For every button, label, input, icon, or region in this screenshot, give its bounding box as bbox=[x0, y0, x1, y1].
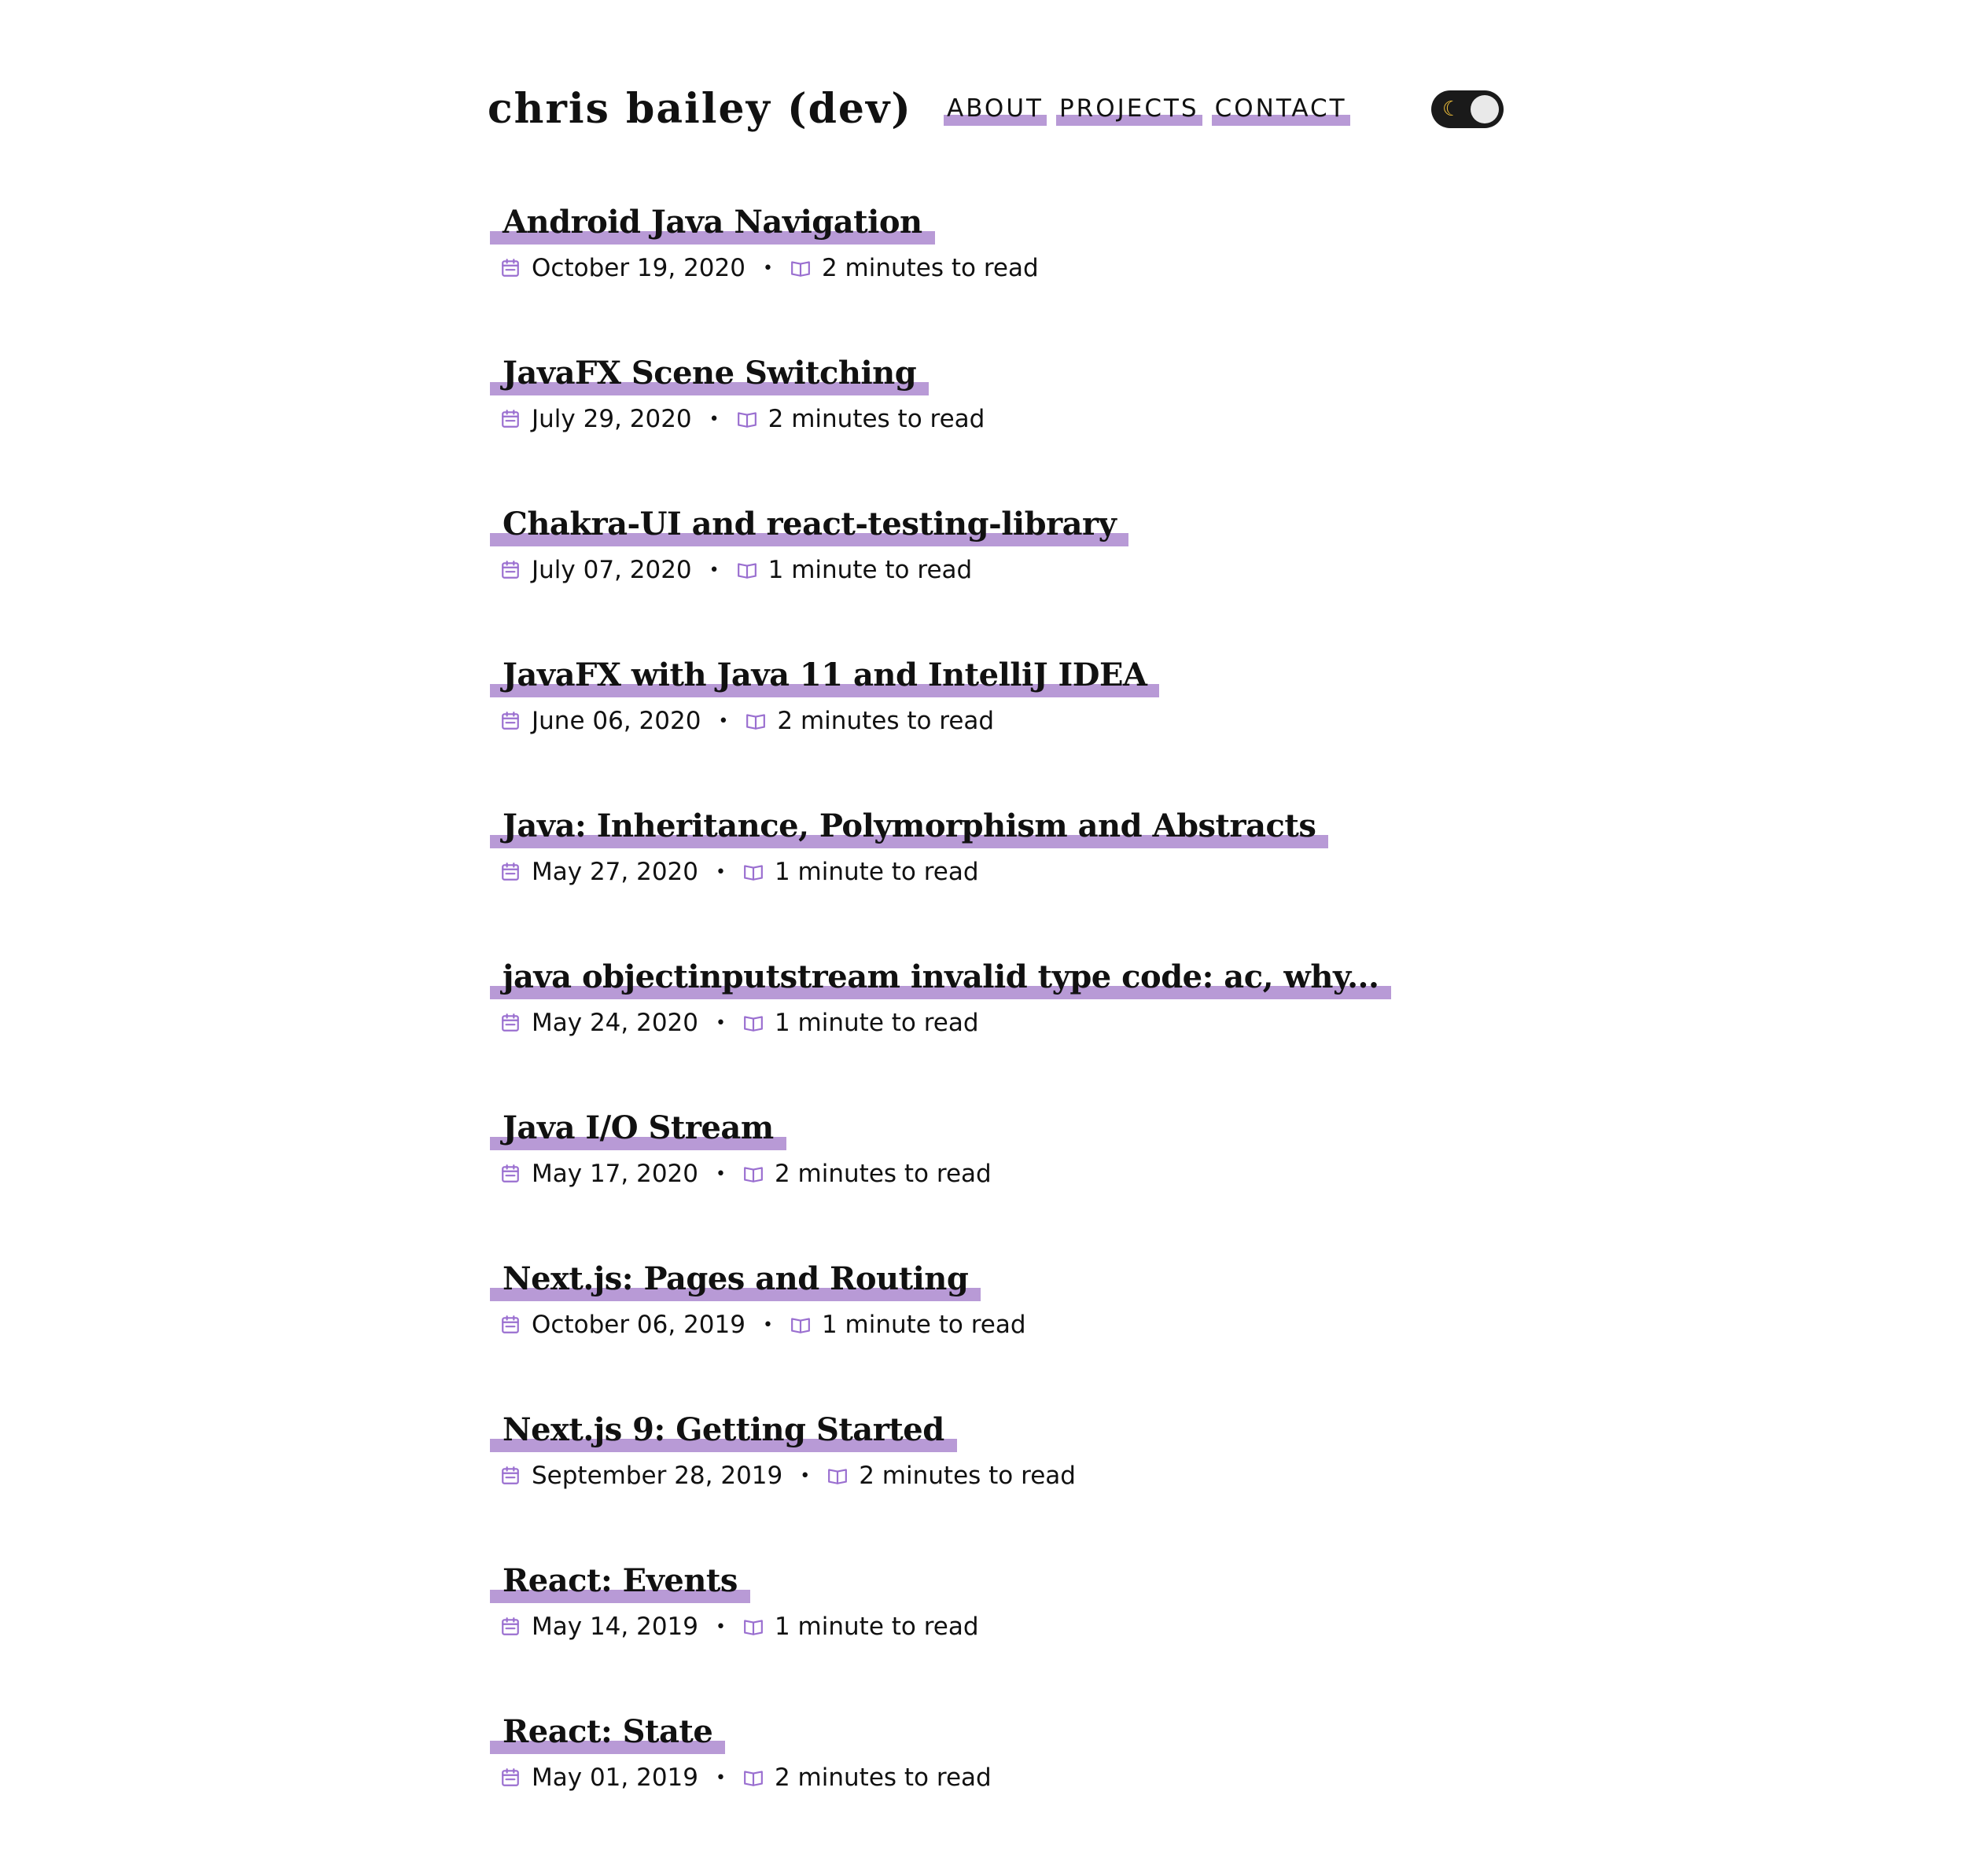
post-date: October 06, 2019 bbox=[532, 1311, 746, 1339]
post-date: May 14, 2019 bbox=[532, 1613, 698, 1641]
site-header: chris bailey (dev) ABOUT PROJECTS CONTAC… bbox=[488, 79, 1510, 157]
post-meta: October 06, 2019 • 1 minute to read bbox=[500, 1311, 1510, 1339]
post-read-time: 1 minute to read bbox=[768, 556, 973, 584]
post-item: Java I/O Stream May 17, 2020 • 2 minutes… bbox=[488, 1106, 1510, 1257]
book-icon bbox=[743, 1013, 764, 1033]
post-read-time: 1 minute to read bbox=[774, 1009, 979, 1037]
post-date: July 29, 2020 bbox=[532, 405, 692, 433]
post-item: Java: Inheritance, Polymorphism and Abst… bbox=[488, 804, 1510, 955]
calendar-icon bbox=[500, 258, 521, 278]
post-title[interactable]: Java: Inheritance, Polymorphism and Abst… bbox=[490, 804, 1329, 848]
post-read-time: 2 minutes to read bbox=[821, 254, 1039, 282]
book-icon bbox=[743, 1767, 764, 1788]
calendar-icon bbox=[500, 1164, 521, 1184]
book-icon bbox=[746, 711, 766, 731]
separator-dot: • bbox=[716, 862, 726, 882]
post-read-time: 2 minutes to read bbox=[777, 707, 995, 735]
calendar-icon bbox=[500, 560, 521, 580]
post-title[interactable]: Chakra-UI and react-testing-library bbox=[490, 502, 1129, 546]
main-nav: ABOUT PROJECTS CONTACT bbox=[944, 94, 1350, 126]
post-read-time: 2 minutes to read bbox=[859, 1462, 1076, 1490]
calendar-icon bbox=[500, 862, 521, 882]
separator-dot: • bbox=[762, 1315, 773, 1335]
book-icon bbox=[790, 258, 811, 278]
calendar-icon bbox=[500, 1013, 521, 1033]
post-meta: September 28, 2019 • 2 minutes to read bbox=[500, 1462, 1510, 1490]
post-read-time: 1 minute to read bbox=[774, 858, 979, 886]
post-date: May 01, 2019 bbox=[532, 1764, 698, 1792]
separator-dot: • bbox=[716, 1164, 726, 1184]
post-item: JavaFX Scene Switching July 29, 2020 • 2… bbox=[488, 351, 1510, 502]
post-title[interactable]: Next.js 9: Getting Started bbox=[490, 1408, 957, 1452]
post-read-time: 2 minutes to read bbox=[774, 1764, 992, 1792]
calendar-icon bbox=[500, 1466, 521, 1486]
post-read-time: 2 minutes to read bbox=[774, 1160, 992, 1188]
post-read-time: 1 minute to read bbox=[774, 1613, 979, 1641]
moon-icon: ☾ bbox=[1442, 97, 1461, 121]
post-title[interactable]: Next.js: Pages and Routing bbox=[490, 1257, 981, 1301]
calendar-icon bbox=[500, 409, 521, 429]
separator-dot: • bbox=[709, 560, 720, 580]
post-meta: October 19, 2020 • 2 minutes to read bbox=[500, 254, 1510, 282]
post-date: May 27, 2020 bbox=[532, 858, 698, 886]
post-date: October 19, 2020 bbox=[532, 254, 746, 282]
post-title[interactable]: Java I/O Stream bbox=[490, 1106, 786, 1150]
nav-link-about[interactable]: ABOUT bbox=[944, 94, 1047, 126]
post-list: Android Java Navigation October 19, 2020… bbox=[488, 200, 1510, 1861]
nav-link-projects[interactable]: PROJECTS bbox=[1055, 94, 1202, 126]
book-icon bbox=[743, 862, 764, 882]
post-meta: July 07, 2020 • 1 minute to read bbox=[500, 556, 1510, 584]
post-title[interactable]: java objectinputstream invalid type code… bbox=[490, 955, 1392, 999]
book-icon bbox=[743, 1164, 764, 1184]
book-icon bbox=[737, 409, 757, 429]
post-item: Next.js 9: Getting Started September 28,… bbox=[488, 1408, 1510, 1559]
separator-dot: • bbox=[716, 1616, 726, 1637]
book-icon bbox=[737, 560, 757, 580]
nav-link-contact[interactable]: CONTACT bbox=[1211, 94, 1350, 126]
calendar-icon bbox=[500, 1616, 521, 1637]
post-item: JavaFX with Java 11 and IntelliJ IDEA Ju… bbox=[488, 653, 1510, 804]
post-meta: May 17, 2020 • 2 minutes to read bbox=[500, 1160, 1510, 1188]
post-meta: May 24, 2020 • 1 minute to read bbox=[500, 1009, 1510, 1037]
separator-dot: • bbox=[762, 258, 773, 278]
calendar-icon bbox=[500, 1767, 521, 1788]
post-date: July 07, 2020 bbox=[532, 556, 692, 584]
post-date: May 24, 2020 bbox=[532, 1009, 698, 1037]
post-title[interactable]: React: State bbox=[490, 1710, 726, 1754]
post-item: React: State May 01, 2019 • 2 minutes to… bbox=[488, 1710, 1510, 1861]
post-meta: July 29, 2020 • 2 minutes to read bbox=[500, 405, 1510, 433]
post-read-time: 1 minute to read bbox=[821, 1311, 1026, 1339]
post-meta: May 01, 2019 • 2 minutes to read bbox=[500, 1764, 1510, 1792]
post-title[interactable]: JavaFX with Java 11 and IntelliJ IDEA bbox=[490, 653, 1160, 697]
separator-dot: • bbox=[716, 1013, 726, 1033]
post-item: React: Events May 14, 2019 • 1 minute to… bbox=[488, 1559, 1510, 1710]
book-icon bbox=[790, 1315, 811, 1335]
calendar-icon bbox=[500, 711, 521, 731]
toggle-knob bbox=[1471, 95, 1499, 123]
separator-dot: • bbox=[800, 1466, 811, 1486]
theme-toggle[interactable]: ☾ bbox=[1431, 90, 1504, 128]
separator-dot: • bbox=[716, 1767, 726, 1788]
post-title[interactable]: JavaFX Scene Switching bbox=[490, 351, 930, 395]
post-date: June 06, 2020 bbox=[532, 707, 701, 735]
post-item: Android Java Navigation October 19, 2020… bbox=[488, 200, 1510, 351]
post-meta: May 27, 2020 • 1 minute to read bbox=[500, 858, 1510, 886]
post-item: Chakra-UI and react-testing-library July… bbox=[488, 502, 1510, 653]
calendar-icon bbox=[500, 1315, 521, 1335]
separator-dot: • bbox=[718, 711, 729, 731]
post-date: September 28, 2019 bbox=[532, 1462, 783, 1490]
post-meta: May 14, 2019 • 1 minute to read bbox=[500, 1613, 1510, 1641]
post-item: Next.js: Pages and Routing October 06, 2… bbox=[488, 1257, 1510, 1408]
site-title[interactable]: chris bailey (dev) bbox=[488, 85, 912, 133]
post-item: java objectinputstream invalid type code… bbox=[488, 955, 1510, 1106]
post-meta: June 06, 2020 • 2 minutes to read bbox=[500, 707, 1510, 735]
post-title[interactable]: React: Events bbox=[490, 1559, 750, 1603]
separator-dot: • bbox=[709, 409, 720, 429]
book-icon bbox=[827, 1466, 848, 1486]
post-read-time: 2 minutes to read bbox=[768, 405, 985, 433]
book-icon bbox=[743, 1616, 764, 1637]
post-date: May 17, 2020 bbox=[532, 1160, 698, 1188]
post-title[interactable]: Android Java Navigation bbox=[490, 200, 935, 245]
